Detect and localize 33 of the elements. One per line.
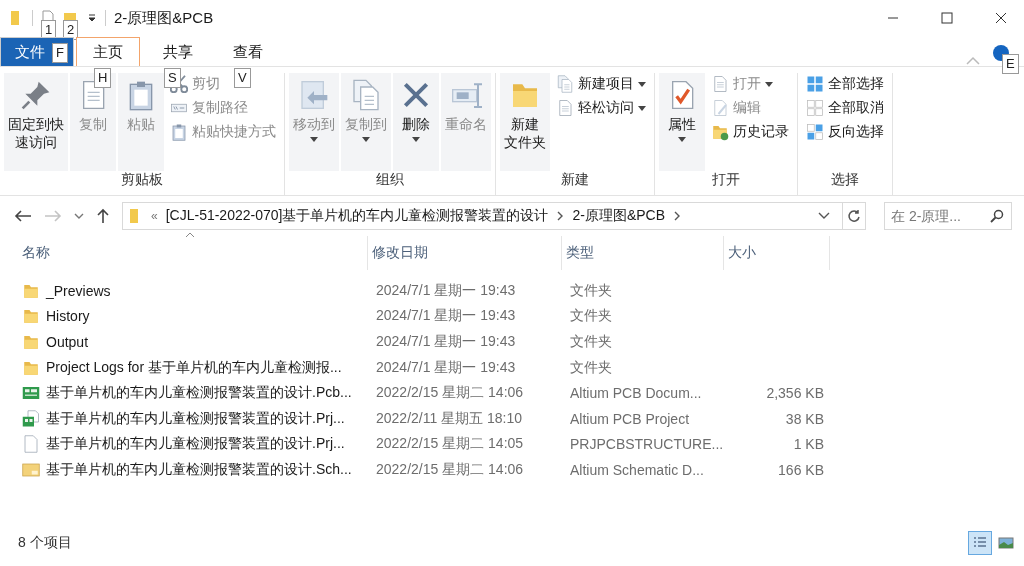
- table-cell: Altium PCB Project: [570, 410, 690, 427]
- table-cell: 2022/2/11 星期五 18:10: [376, 409, 523, 428]
- group-label: 选择: [830, 171, 860, 189]
- item-count: 8 个项目: [18, 534, 72, 552]
- group-label: 剪贴板: [120, 171, 164, 189]
- table-cell: 2022/2/15 星期二 14:06: [376, 460, 524, 479]
- group-label: 新建: [560, 171, 590, 189]
- keytip-tooltip: H: [94, 68, 112, 88]
- table-cell: Altium Schematic D...: [570, 461, 704, 478]
- table-cell: 2024/7/1 星期一 19:43: [376, 333, 516, 351]
- table-cell: 文件夹: [570, 307, 612, 326]
- keytip-tooltip: F: [52, 43, 68, 63]
- table-cell: 38 KB: [785, 410, 824, 427]
- table-cell: PRJPCBSTRUCTURE...: [570, 436, 724, 453]
- table-cell: 1 KB: [793, 436, 824, 453]
- group-label: 打开: [711, 171, 741, 189]
- table-cell: 文件夹: [570, 281, 612, 300]
- table-cell: 2022/2/15 星期二 14:06: [376, 384, 524, 403]
- table-cell: 166 KB: [778, 461, 824, 478]
- group-label: 组织: [375, 171, 405, 189]
- table-cell: 2024/7/1 星期一 19:43: [376, 307, 516, 326]
- keytip-tooltip: V: [234, 68, 251, 88]
- keytip-tooltip: S: [164, 68, 181, 88]
- table-cell: 2024/7/1 星期一 19:43: [376, 281, 516, 300]
- table-cell: Altium PCB Docum...: [570, 385, 702, 402]
- keytip-tooltip: E: [1002, 54, 1019, 74]
- table-cell: 2024/7/1 星期一 19:43: [376, 358, 516, 377]
- table-cell: 2022/2/15 星期二 14:05: [376, 435, 524, 454]
- window-title: 2-原理图&PCB: [114, 8, 214, 28]
- table-cell: 文件夹: [570, 333, 612, 351]
- table-cell: 文件夹: [570, 358, 612, 377]
- table-cell: 2,356 KB: [766, 385, 824, 402]
- keytip-tooltip: 2: [63, 20, 79, 40]
